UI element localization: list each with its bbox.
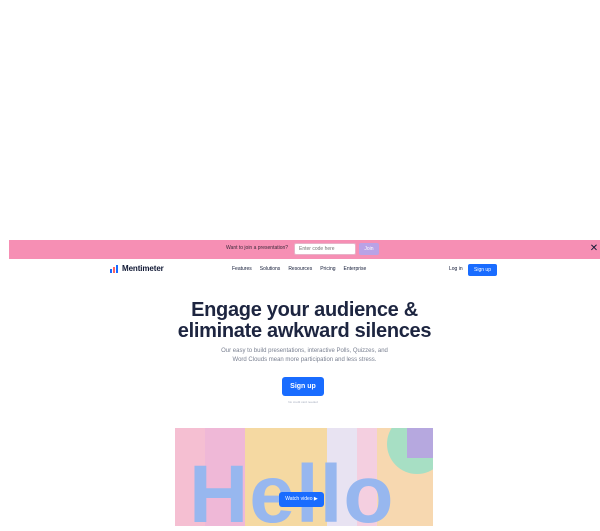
no-card-note: No credit card needed: [288, 400, 318, 404]
blank-area: [0, 0, 600, 240]
watch-video-button[interactable]: Watch video ▶: [279, 492, 324, 507]
nav-solutions[interactable]: Solutions: [260, 266, 281, 272]
top-nav: Mentimeter Features Solutions Resources …: [9, 259, 600, 281]
hero-subtitle-line2: Word Clouds mean more participation and …: [232, 357, 377, 363]
webpage: Want to join a presentation? Join ✕ Ment…: [9, 240, 600, 531]
hero-subtitle: Our easy to build presentations, interac…: [189, 347, 420, 365]
hero-image: Hello Watch video ▶: [175, 428, 433, 526]
banner-prompt: Want to join a presentation?: [226, 245, 289, 251]
nav-pricing[interactable]: Pricing: [320, 266, 335, 272]
nav-links: Features Solutions Resources Pricing Ent…: [232, 266, 366, 272]
brand-name: Mentimeter: [122, 264, 164, 273]
nav-resources[interactable]: Resources: [288, 266, 312, 272]
code-input[interactable]: [294, 243, 356, 255]
nav-features[interactable]: Features: [232, 266, 252, 272]
hero-title-line1: Engage your audience &: [191, 299, 418, 321]
hello-text: Hello: [189, 449, 395, 527]
hero-title: Engage your audience & eliminate awkward…: [9, 300, 600, 342]
image-block: [407, 428, 433, 458]
hero-signup-button[interactable]: Sign up: [282, 377, 324, 396]
logo-bars-icon: [110, 264, 119, 273]
hero-title-line2: eliminate awkward silences: [177, 320, 432, 342]
join-button[interactable]: Join: [359, 243, 379, 255]
login-link[interactable]: Log in: [449, 266, 463, 272]
nav-enterprise[interactable]: Enterprise: [344, 266, 367, 272]
hero-subtitle-line1: Our easy to build presentations, interac…: [221, 348, 388, 354]
close-icon[interactable]: ✕: [589, 243, 599, 255]
nav-signup-button[interactable]: Sign up: [468, 264, 497, 276]
join-banner: Want to join a presentation? Join ✕: [9, 240, 600, 259]
brand-logo[interactable]: Mentimeter: [110, 264, 164, 273]
